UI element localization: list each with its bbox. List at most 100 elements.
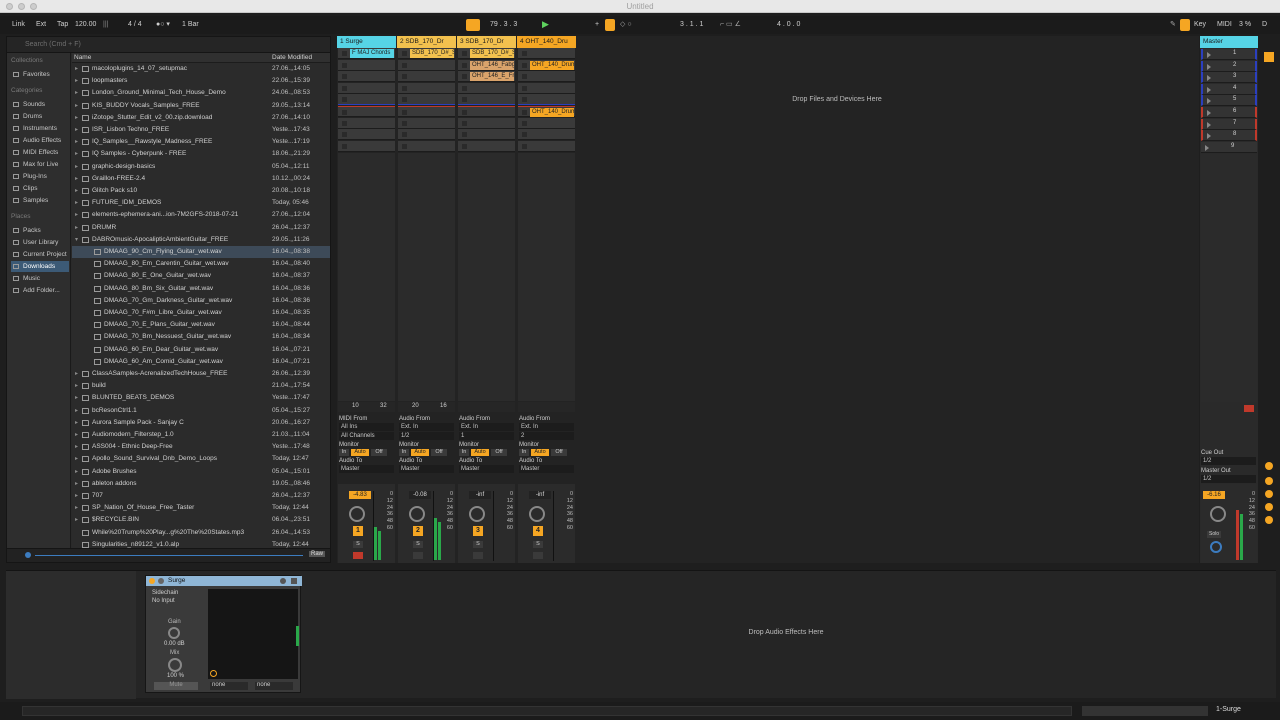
play-icon[interactable]: ▶ [542,19,549,29]
clip-stop-button-icon[interactable] [342,132,347,138]
sidebar-item-user-library[interactable]: User Library [11,237,69,248]
output-select[interactable]: Master [459,465,514,473]
loop-length-field[interactable]: 4 . 0 . 0 [777,20,800,30]
sidebar-item-audio-effects[interactable]: Audio Effects [11,135,69,146]
display-handle-icon[interactable] [210,670,217,677]
scene-play-icon[interactable] [1205,144,1209,151]
monitor-auto-button[interactable]: Auto [471,449,489,456]
clip-slot[interactable] [338,71,395,83]
file-row[interactable]: ▸ macoloplugins_14_07_setupmac 27.06.,,14:… [72,63,330,75]
scene-play-icon[interactable] [1207,121,1211,128]
track-header[interactable]: 3 SDB_170_Dr [457,36,516,48]
clip-slot[interactable]: OHT_140_Drum [518,106,575,117]
monitor-off-button[interactable]: Off [491,449,507,456]
track-header[interactable]: 1 Surge [337,36,396,48]
monitor-off-button[interactable]: Off [371,449,387,456]
clip-stop-button-icon[interactable] [402,97,407,103]
arm-button[interactable] [473,552,483,559]
clip-stop-button-icon[interactable] [402,143,407,149]
master-volume-field[interactable]: -6.16 [1203,491,1225,499]
mix-knob[interactable] [168,658,182,672]
file-row[interactable]: ▸ ISR_Lisbon Techno_FREE Yeste...17:43 [72,124,330,136]
clip-slot[interactable] [338,82,395,94]
clip-slot[interactable]: OHT_146_E_Fr [458,71,515,83]
chevron-right-icon[interactable]: ▸ [75,417,78,429]
chevron-right-icon[interactable]: ▸ [75,405,78,417]
track-ctrl-2[interactable]: 16 [440,403,447,409]
clip-slot[interactable] [458,117,515,129]
clip-stop-button-icon[interactable] [462,62,467,68]
clip-stop-button-icon[interactable] [402,110,407,115]
clip-stop-button-icon[interactable] [522,74,527,80]
output-select[interactable]: Master [519,465,574,473]
file-row[interactable]: DMAAG_70_Bm_Nessuest_Guitar_wet.wav 16.04… [72,331,330,343]
chevron-right-icon[interactable]: ▸ [75,514,78,526]
chevron-right-icon[interactable]: ▸ [75,136,78,148]
scene-launch-4[interactable]: 4 [1201,83,1257,95]
mixer-section-toggle-icon[interactable] [1265,516,1273,524]
volume-field[interactable]: -4.83 [349,491,371,499]
clip-slot[interactable] [458,129,515,141]
midi-map-label[interactable]: MIDI [1217,20,1232,30]
clip-stop-button-icon[interactable] [402,74,407,80]
name-column-header[interactable]: Name [74,54,91,61]
sidebar-item-packs[interactable]: Packs [11,225,69,236]
overdub-icon[interactable]: + [595,20,599,30]
sidebar-item-favorites[interactable]: Favorites [11,69,69,80]
clip-stop-button-icon[interactable] [402,132,407,138]
param-select-1[interactable]: none [210,682,248,690]
scene-launch-6[interactable]: 6 [1201,107,1257,118]
chevron-right-icon[interactable]: ▸ [75,185,78,197]
scene-play-icon[interactable] [1207,98,1211,105]
clip-stop-button-icon[interactable] [522,62,527,68]
chevron-right-icon[interactable]: ▸ [75,173,78,185]
file-row[interactable]: ▾ DABROmusic-ApocalipticAmbientGuitar_FRE… [72,234,330,246]
scene-play-icon[interactable] [1207,86,1211,93]
clip-stop-button-icon[interactable] [522,143,527,149]
date-column-header[interactable]: Date Modified [272,54,312,61]
cue-volume-knob[interactable] [1210,541,1222,553]
arm-button[interactable] [353,552,363,559]
track-activator-button[interactable]: 4 [533,526,543,536]
track-header[interactable]: 2 SDB_170_Dr [397,36,456,48]
sidebar-item-downloads[interactable]: Downloads [11,261,69,272]
clip[interactable]: F MAJ Chords [350,49,394,58]
chevron-right-icon[interactable]: ▸ [75,490,78,502]
monitor-in-button[interactable]: In [459,449,469,456]
clip-slot[interactable] [338,106,395,117]
clip-stop-button-icon[interactable] [342,143,347,149]
clip-slot[interactable] [398,94,455,106]
clip-slot[interactable] [458,82,515,94]
clip-slot[interactable] [398,71,455,83]
clip-stop-button-icon[interactable] [462,51,467,56]
file-row[interactable]: DMAAG_70_E_Plans_Guitar_wet.wav 16.04.,,0… [72,319,330,331]
clip-stop-button-icon[interactable] [402,85,407,91]
device-mute-button[interactable]: Mute [154,682,198,690]
clip-slot[interactable] [458,94,515,106]
scene-launch-5[interactable]: 5 [1201,95,1257,107]
clip-slot[interactable] [398,106,455,117]
clip-slot[interactable] [398,140,455,152]
output-select[interactable]: Master [399,465,454,473]
tempo-field[interactable]: 120.00 [75,20,96,30]
pencil-icon[interactable]: ✎ [1170,20,1176,30]
raw-button[interactable]: Raw [309,551,326,557]
browser-search[interactable]: Search (Cmd + F) [7,37,330,53]
chevron-right-icon[interactable]: ▸ [75,453,78,465]
param-select-2[interactable]: none [255,682,293,690]
input-type-select[interactable]: Ext. In [399,423,454,431]
volume-field[interactable]: -inf [529,491,551,499]
monitor-off-button[interactable]: Off [431,449,447,456]
scene-play-icon[interactable] [1207,75,1211,82]
sidebar-item-plug-ins[interactable]: Plug-Ins [11,171,69,182]
file-row[interactable]: ▸ IQ_Samples__Rawstyle_Madness_FREE Yeste.… [72,136,330,148]
pan-knob[interactable] [349,506,365,522]
clip-stop-button-icon[interactable] [342,74,347,80]
track-ctrl-2[interactable]: 32 [380,403,387,409]
clip-stop-button-icon[interactable] [522,120,527,126]
track-activator-button[interactable]: 1 [353,526,363,536]
clip-stop-button-icon[interactable] [402,62,407,68]
sidebar-item-instruments[interactable]: Instruments [11,123,69,134]
file-row[interactable]: DMAAG_80_E_One_Guitar_wet.wav 16.04.,,08:… [72,270,330,282]
solo-cue-button[interactable]: Solo [1207,531,1221,538]
